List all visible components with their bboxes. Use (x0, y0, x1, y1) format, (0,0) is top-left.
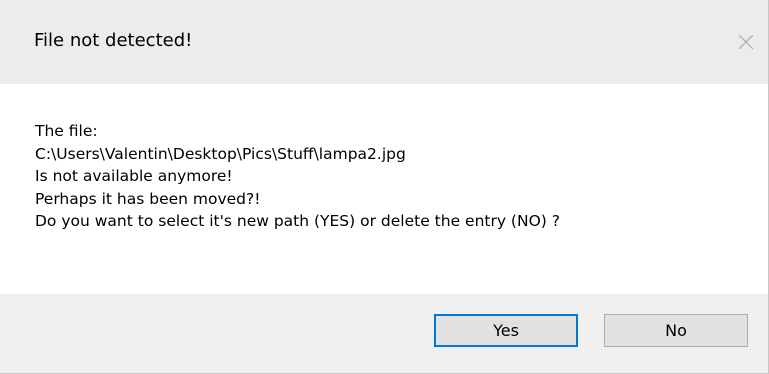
message-text: The file: C:\Users\Valentin\Desktop\Pics… (35, 120, 560, 233)
button-bar: Yes No (0, 294, 768, 373)
message-line-file-path: C:\Users\Valentin\Desktop\Pics\Stuff\lam… (35, 144, 406, 163)
message-line: Is not available anymore! (35, 167, 233, 185)
message-dialog: File not detected! The file: C:\Users\Va… (0, 0, 769, 374)
message-line: The file: (35, 122, 98, 140)
message-line: Perhaps it has been moved?! (35, 189, 261, 208)
close-button[interactable] (724, 20, 768, 64)
close-icon (738, 34, 754, 50)
dialog-title: File not detected! (34, 30, 193, 51)
no-button[interactable]: No (604, 314, 748, 347)
title-bar[interactable]: File not detected! (0, 0, 768, 84)
message-line-question: Do you want to select it's new path (YES… (35, 212, 560, 230)
message-area: The file: C:\Users\Valentin\Desktop\Pics… (0, 84, 768, 294)
yes-button[interactable]: Yes (434, 314, 578, 347)
